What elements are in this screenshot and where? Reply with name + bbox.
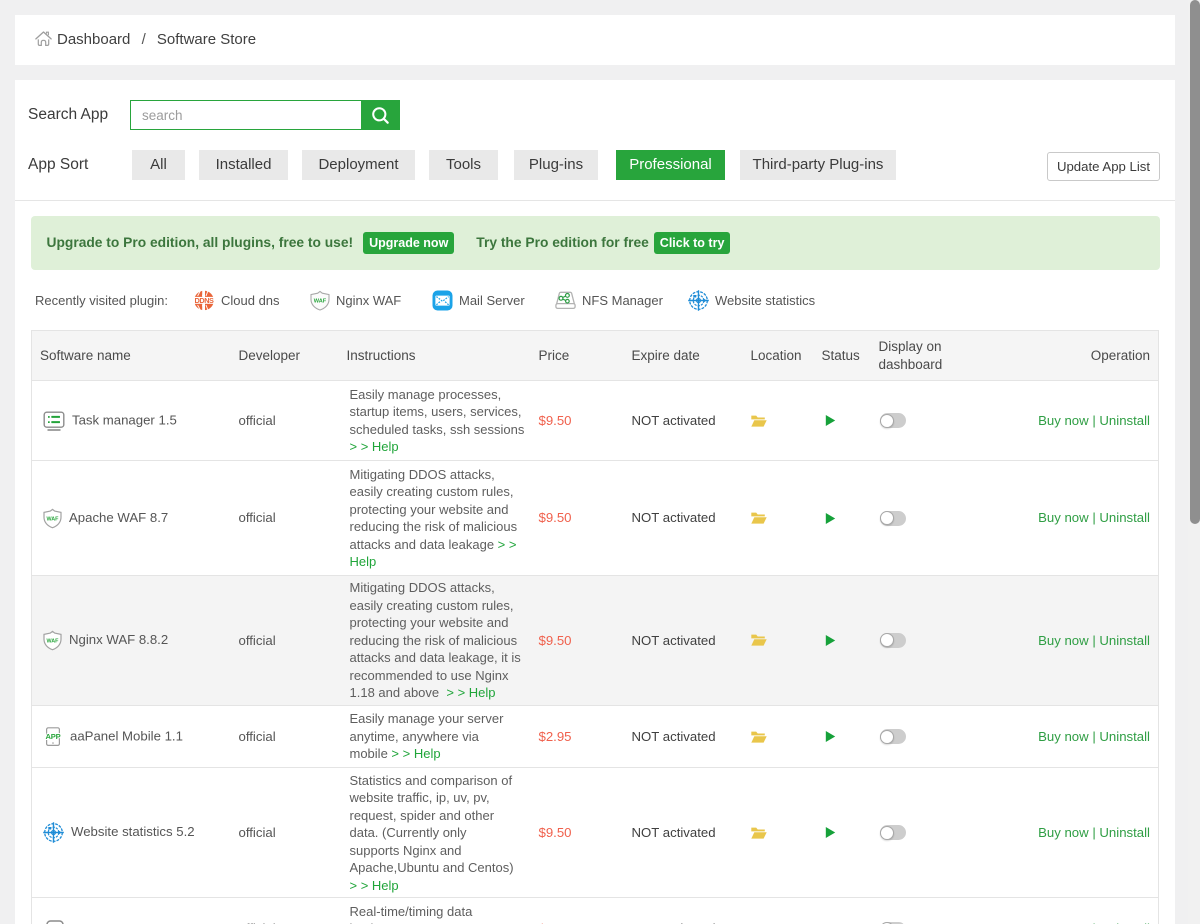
svg-text:WAF: WAF (47, 516, 60, 522)
svg-text:DDNS: DDNS (194, 296, 214, 305)
svg-text:WAF: WAF (314, 299, 327, 305)
svg-text:WAF: WAF (47, 638, 60, 644)
svg-text:APP: APP (45, 732, 60, 741)
